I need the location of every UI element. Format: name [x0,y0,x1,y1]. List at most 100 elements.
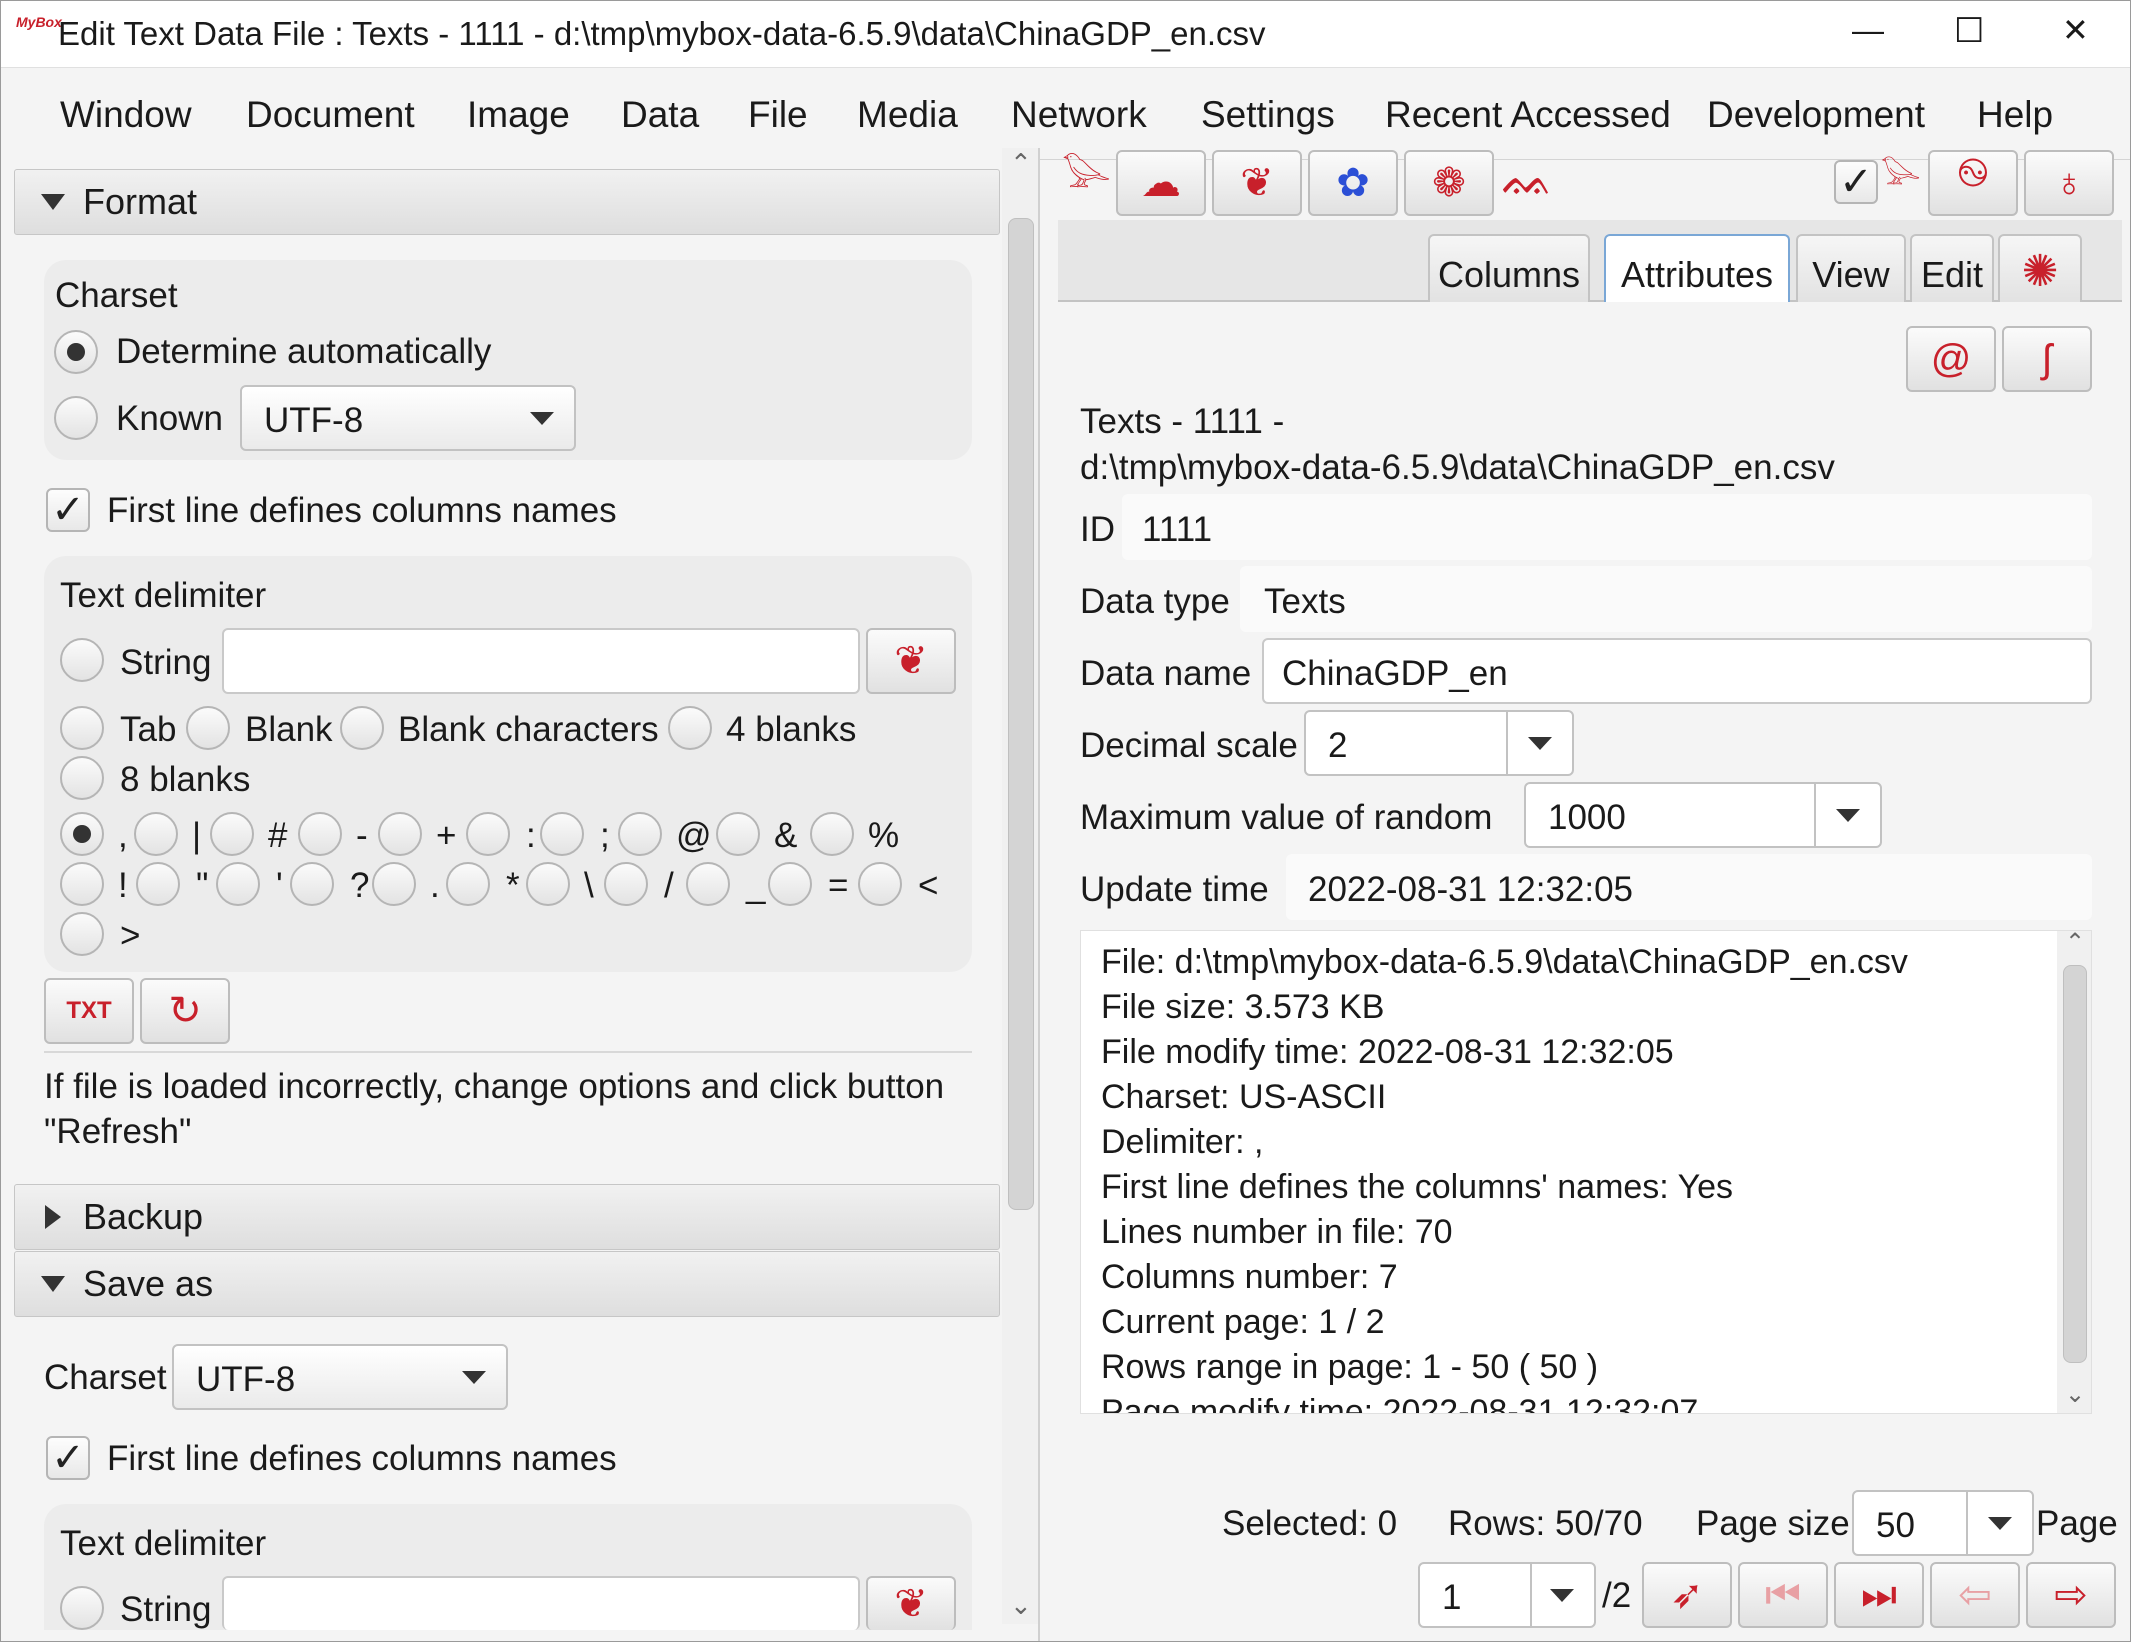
determine-auto-radio[interactable] [54,330,98,374]
menu-media[interactable]: Media [857,94,958,136]
eight-blanks-delimiter-radio[interactable] [60,756,104,800]
blank-delimiter-radio[interactable] [186,706,230,750]
exclamation-delimiter-radio[interactable] [60,862,104,906]
semicolon-delimiter-radio[interactable] [540,812,584,856]
menu-image[interactable]: Image [467,94,570,136]
dot-delimiter-label: . [430,866,440,905]
tab-delimiter-radio[interactable] [60,706,104,750]
less-than-delimiter-radio[interactable] [858,862,902,906]
hash-delimiter-radio[interactable] [210,812,254,856]
sync-checkbox[interactable]: ✓ [1834,160,1878,204]
first-page-icon: ⏮ [1765,1572,1801,1617]
last-page-button[interactable]: ⏭ [1834,1562,1924,1628]
info-scroll-thumb[interactable] [2063,965,2087,1363]
menu-recent-accessed[interactable]: Recent Accessed [1385,94,1671,136]
next-page-button[interactable]: ⇨ [2026,1562,2116,1628]
chevron-down-icon[interactable] [1550,1589,1574,1602]
comma-delimiter-radio[interactable] [60,812,104,856]
string-delimiter-radio[interactable] [60,638,104,682]
tab-edit[interactable]: Edit [1910,234,1994,302]
pipe-delimiter-radio[interactable] [134,812,178,856]
menu-settings[interactable]: Settings [1201,94,1335,136]
chevron-down-icon[interactable] [1528,737,1552,750]
greater-than-delimiter-radio[interactable] [60,912,104,956]
chevron-down-icon[interactable] [1836,809,1860,822]
tab-attributes[interactable]: Attributes [1604,234,1790,302]
format-panel-header[interactable]: Format [14,169,1000,235]
backslash-delimiter-radio[interactable] [526,862,570,906]
menu-document[interactable]: Document [246,94,415,136]
page-size-select[interactable]: 50 [1852,1490,2034,1556]
lotus-button[interactable]: ❦ [1212,150,1302,216]
string-delimiter-input[interactable] [222,628,860,694]
info-scrollbar[interactable]: ⌃ ⌄ [2057,931,2091,1413]
left-pane-scrollbar[interactable]: ⌃ ⌄ [1002,148,1038,1624]
max-random-label: Maximum value of random [1080,798,1493,837]
tab-columns[interactable]: Columns [1428,234,1590,302]
colon-delimiter-radio[interactable] [466,812,510,856]
menu-file[interactable]: File [748,94,808,136]
equals-delimiter-radio[interactable] [768,862,812,906]
chevron-down-icon[interactable] [1988,1517,2012,1530]
previous-page-button[interactable]: ⇦ [1930,1562,2020,1628]
page-number-value: 1 [1442,1578,1462,1617]
phoenix-action-button[interactable]: ʃ [2002,326,2092,392]
at-delimiter-radio[interactable] [618,812,662,856]
percent-delimiter-radio[interactable] [810,812,854,856]
menu-window[interactable]: Window [60,94,192,136]
save-first-line-checkbox[interactable]: ✓ [46,1436,90,1480]
file-info-textarea[interactable]: File: d:\tmp\mybox-data-6.5.9\data\China… [1080,930,2092,1414]
tab-menu[interactable]: ✺ [1998,234,2082,302]
go-page-button[interactable]: ➶ [1642,1562,1732,1628]
fish-icon[interactable]: ᨐ [1498,158,1558,202]
dot-delimiter-radio[interactable] [372,862,416,906]
left-scroll-thumb[interactable] [1008,218,1034,1210]
slash-delimiter-radio[interactable] [604,862,648,906]
max-random-select[interactable]: 1000 [1524,782,1882,848]
four-blanks-delimiter-radio[interactable] [668,706,712,750]
save-string-delimiter-input[interactable] [222,1576,860,1630]
known-charset-select[interactable]: UTF-8 [240,385,576,451]
decimal-scale-select[interactable]: 2 [1304,710,1574,776]
minimize-button[interactable]: — [1852,14,1884,46]
swirl-button[interactable]: ࿊ [1928,150,2018,216]
save-string-delimiter-radio[interactable] [60,1586,104,1630]
spiral-cloud-button[interactable]: ☁ [1116,150,1206,216]
refresh-button[interactable]: ↻ [140,978,230,1044]
gourd-button[interactable]: ♁ [2024,150,2114,216]
rooster-icon[interactable]: 𓅪 [1058,158,1114,202]
ampersand-delimiter-radio[interactable] [716,812,760,856]
menu-development[interactable]: Development [1707,94,1925,136]
menu-network[interactable]: Network [1011,94,1147,136]
peony-button[interactable]: ❁ [1404,150,1494,216]
string-delimiter-history-button[interactable]: ❦ [866,628,956,694]
plus-delimiter-radio[interactable] [378,812,422,856]
format-header-label: Format [83,181,198,222]
open-txt-button[interactable]: TXT [44,978,134,1044]
question-delimiter-radio[interactable] [290,862,334,906]
save-as-panel-header[interactable]: Save as [14,1251,1000,1317]
known-charset-radio[interactable] [54,396,98,440]
maximize-button[interactable]: ☐ [1954,14,1984,48]
blank-characters-delimiter-radio[interactable] [340,706,384,750]
spiral-action-button[interactable]: @ [1906,326,1996,392]
save-charset-select[interactable]: UTF-8 [172,1344,508,1410]
asterisk-delimiter-radio[interactable] [446,862,490,906]
tab-view[interactable]: View [1796,234,1906,302]
page-number-select[interactable]: 1 [1418,1562,1596,1628]
first-line-checkbox[interactable]: ✓ [46,488,90,532]
plus-delimiter-label: + [436,816,457,855]
backup-panel-header[interactable]: Backup [14,1184,1000,1250]
save-string-delimiter-history-button[interactable]: ❦ [866,1576,956,1630]
double-quote-delimiter-radio[interactable] [136,862,180,906]
underscore-delimiter-radio[interactable] [686,862,730,906]
close-button[interactable]: ✕ [2062,14,2089,46]
txt-file-icon: TXT [66,997,112,1024]
menu-data[interactable]: Data [621,94,699,136]
first-page-button[interactable]: ⏮ [1738,1562,1828,1628]
dash-delimiter-radio[interactable] [298,812,342,856]
peony-icon: ❁ [1432,161,1466,205]
single-quote-delimiter-radio[interactable] [216,862,260,906]
page-size-value: 50 [1876,1506,1915,1545]
settings-button[interactable]: ✿ [1308,150,1398,216]
